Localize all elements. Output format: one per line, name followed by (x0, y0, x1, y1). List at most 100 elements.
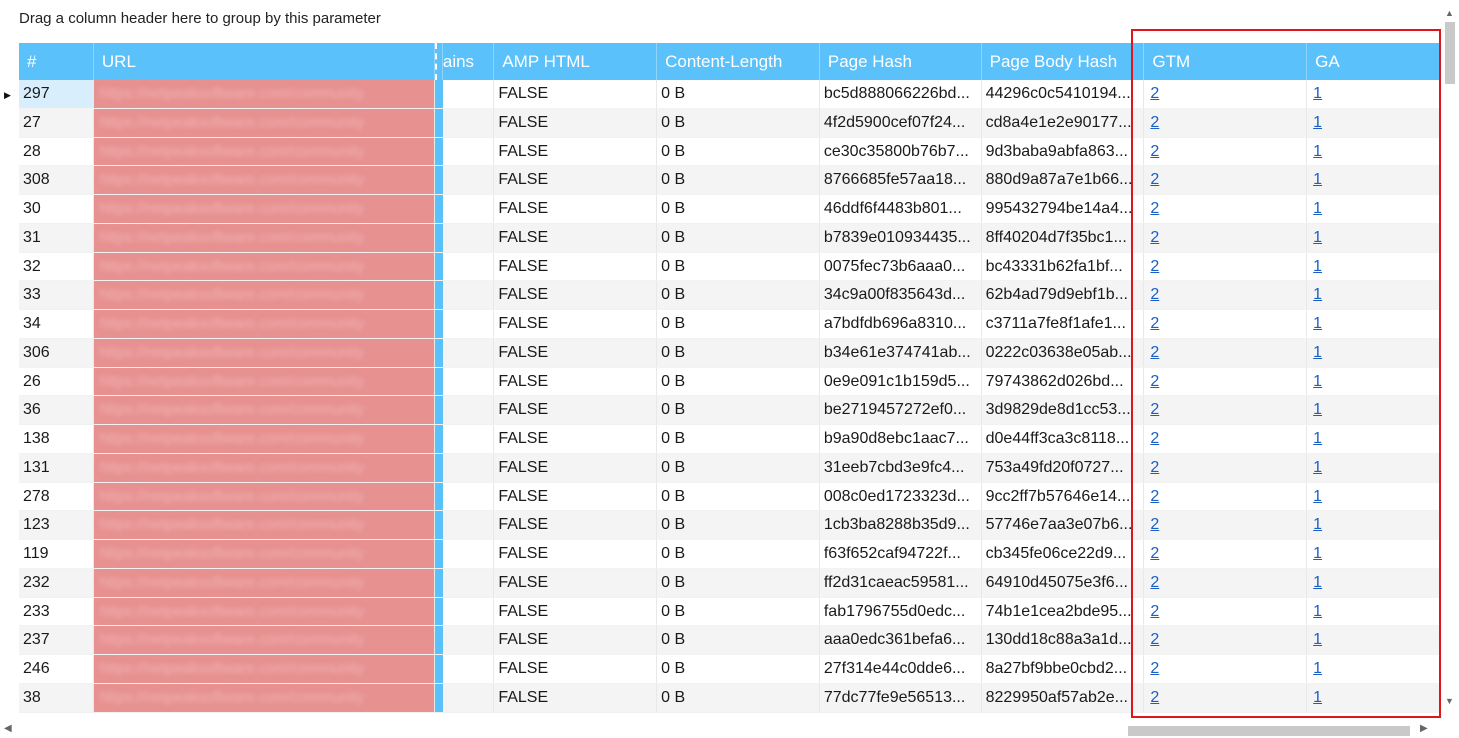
cell-num-value: 38 (23, 688, 41, 706)
cell-ga-link[interactable]: 1 (1313, 344, 1322, 361)
cell-ga-link[interactable]: 1 (1313, 689, 1322, 706)
cell-gtm-link[interactable]: 2 (1150, 143, 1159, 160)
frozen-column-splitter[interactable] (435, 43, 444, 80)
cell-gtm-link[interactable]: 2 (1150, 488, 1159, 505)
cell-ga-link[interactable]: 1 (1313, 315, 1322, 332)
cell-page-hash: bc5d888066226bd... (820, 80, 982, 108)
table-row[interactable]: 36 https://netpeaksoftware.com/community F… (19, 396, 1441, 425)
cell-ga-link[interactable]: 1 (1313, 143, 1322, 160)
horizontal-scroll-thumb[interactable] (1128, 726, 1410, 736)
column-header-page-hash[interactable]: Page Hash (820, 43, 982, 80)
table-row[interactable]: 297 https://netpeaksoftware.com/community… (19, 80, 1441, 109)
cell-gtm-link[interactable]: 2 (1150, 315, 1159, 332)
cell-url-value: https://netpeaksoftware.com/community (99, 372, 365, 390)
cell-ga-link[interactable]: 1 (1313, 631, 1322, 648)
table-row[interactable]: 38 https://netpeaksoftware.com/community F… (19, 683, 1441, 713)
cell-gtm-link[interactable]: 2 (1150, 459, 1159, 476)
table-row[interactable]: 123 https://netpeaksoftware.com/community… (19, 511, 1441, 540)
cell-gtm-link[interactable]: 2 (1150, 660, 1159, 677)
cell-ga-link[interactable]: 1 (1313, 603, 1322, 620)
table-row[interactable]: 306 https://netpeaksoftware.com/community… (19, 338, 1441, 368)
column-header-content-length[interactable]: Content-Length (657, 43, 820, 80)
cell-gtm-link[interactable]: 2 (1150, 545, 1159, 562)
table-row[interactable]: 308 https://netpeaksoftware.com/community… (19, 166, 1441, 195)
cell-content-length: 0 B (657, 482, 820, 511)
cell-ga-link[interactable]: 1 (1313, 85, 1322, 102)
arrow-up-icon[interactable]: ▲ (1445, 8, 1454, 18)
cell-gtm-link[interactable]: 2 (1150, 229, 1159, 246)
table-row[interactable]: 131 https://netpeaksoftware.com/community… (19, 453, 1441, 483)
cell-gtm-link[interactable]: 2 (1150, 85, 1159, 102)
horizontal-scrollbar[interactable]: ◀ ▶ (0, 722, 1442, 738)
column-header-redirect-chains[interactable]: hains (443, 43, 495, 80)
cell-ga-link[interactable]: 1 (1313, 229, 1322, 246)
table-row[interactable]: 32 https://netpeaksoftware.com/community F… (19, 252, 1441, 282)
cell-ga-link[interactable]: 1 (1313, 488, 1322, 505)
table-row[interactable]: 34 https://netpeaksoftware.com/community F… (19, 310, 1441, 339)
cell-gtm-link[interactable]: 2 (1150, 603, 1159, 620)
arrow-down-icon[interactable]: ▼ (1445, 696, 1454, 706)
column-header-page-body-hash[interactable]: Page Body Hash (982, 43, 1145, 80)
table-row[interactable]: 278 https://netpeaksoftware.com/community… (19, 482, 1441, 512)
arrow-right-icon[interactable]: ▶ (1420, 723, 1428, 734)
cell-amp-html-value: FALSE (498, 487, 549, 505)
cell-gtm-link[interactable]: 2 (1150, 401, 1159, 418)
cell-num: 30 (19, 195, 94, 223)
cell-gtm: 2 (1144, 511, 1308, 539)
table-row[interactable]: 138 https://netpeaksoftware.com/community… (19, 425, 1441, 454)
cell-gtm-link[interactable]: 2 (1150, 171, 1159, 188)
cell-ga-link[interactable]: 1 (1313, 516, 1322, 533)
column-header-amp-html[interactable]: AMP HTML (494, 43, 658, 80)
cell-gtm-link[interactable]: 2 (1150, 114, 1159, 131)
arrow-left-icon[interactable]: ◀ (4, 723, 12, 734)
cell-page-hash: b9a90d8ebc1aac7... (820, 425, 982, 453)
cell-gtm-link[interactable]: 2 (1150, 200, 1159, 217)
cell-num-value: 36 (23, 401, 41, 419)
vertical-scroll-thumb[interactable] (1445, 22, 1455, 84)
cell-ga-link[interactable]: 1 (1313, 286, 1322, 303)
cell-gtm-link[interactable]: 2 (1150, 631, 1159, 648)
table-row[interactable]: 33 https://netpeaksoftware.com/community F… (19, 281, 1441, 310)
cell-content-length: 0 B (657, 453, 820, 482)
table-row[interactable]: 26 https://netpeaksoftware.com/community F… (19, 367, 1441, 397)
group-by-drop-zone[interactable]: Drag a column header here to group by th… (19, 10, 381, 27)
cell-ga-link[interactable]: 1 (1313, 574, 1322, 591)
cell-gtm-link[interactable]: 2 (1150, 373, 1159, 390)
table-row[interactable]: 237 https://netpeaksoftware.com/community… (19, 626, 1441, 655)
cell-ga-link[interactable]: 1 (1313, 430, 1322, 447)
table-row[interactable]: 233 https://netpeaksoftware.com/community… (19, 597, 1441, 627)
column-header-url[interactable]: URL (94, 43, 436, 80)
cell-num: 32 (19, 252, 94, 281)
cell-ga-link[interactable]: 1 (1313, 171, 1322, 188)
cell-ga-link[interactable]: 1 (1313, 660, 1322, 677)
cell-page-hash: be2719457272ef0... (820, 396, 982, 424)
column-header-ga[interactable]: GA (1307, 43, 1441, 80)
cell-content-length-value: 0 B (661, 545, 686, 562)
cell-ga-link[interactable]: 1 (1313, 401, 1322, 418)
table-row[interactable]: 31 https://netpeaksoftware.com/community F… (19, 223, 1441, 253)
vertical-scrollbar[interactable]: ▲ ▼ (1442, 8, 1458, 708)
column-header-gtm[interactable]: GTM (1144, 43, 1308, 80)
cell-gtm-link[interactable]: 2 (1150, 258, 1159, 275)
cell-content-length: 0 B (657, 223, 820, 252)
cell-ga-link[interactable]: 1 (1313, 114, 1322, 131)
cell-ga-link[interactable]: 1 (1313, 373, 1322, 390)
table-row[interactable]: 27 https://netpeaksoftware.com/community F… (19, 108, 1441, 138)
cell-ga-link[interactable]: 1 (1313, 258, 1322, 275)
cell-gtm-link[interactable]: 2 (1150, 689, 1159, 706)
cell-gtm-link[interactable]: 2 (1150, 574, 1159, 591)
table-row[interactable]: 232 https://netpeaksoftware.com/community… (19, 568, 1441, 598)
cell-ga-link[interactable]: 1 (1313, 200, 1322, 217)
cell-ga-link[interactable]: 1 (1313, 545, 1322, 562)
cell-num: 38 (19, 683, 94, 712)
cell-gtm-link[interactable]: 2 (1150, 286, 1159, 303)
table-row[interactable]: 28 https://netpeaksoftware.com/community F… (19, 137, 1441, 167)
cell-gtm-link[interactable]: 2 (1150, 344, 1159, 361)
cell-ga-link[interactable]: 1 (1313, 459, 1322, 476)
table-row[interactable]: 119 https://netpeaksoftware.com/community… (19, 540, 1441, 569)
column-header-num[interactable]: # (19, 43, 94, 80)
table-row[interactable]: 30 https://netpeaksoftware.com/community F… (19, 195, 1441, 224)
table-row[interactable]: 246 https://netpeaksoftware.com/community… (19, 655, 1441, 684)
cell-gtm-link[interactable]: 2 (1150, 516, 1159, 533)
cell-gtm-link[interactable]: 2 (1150, 430, 1159, 447)
